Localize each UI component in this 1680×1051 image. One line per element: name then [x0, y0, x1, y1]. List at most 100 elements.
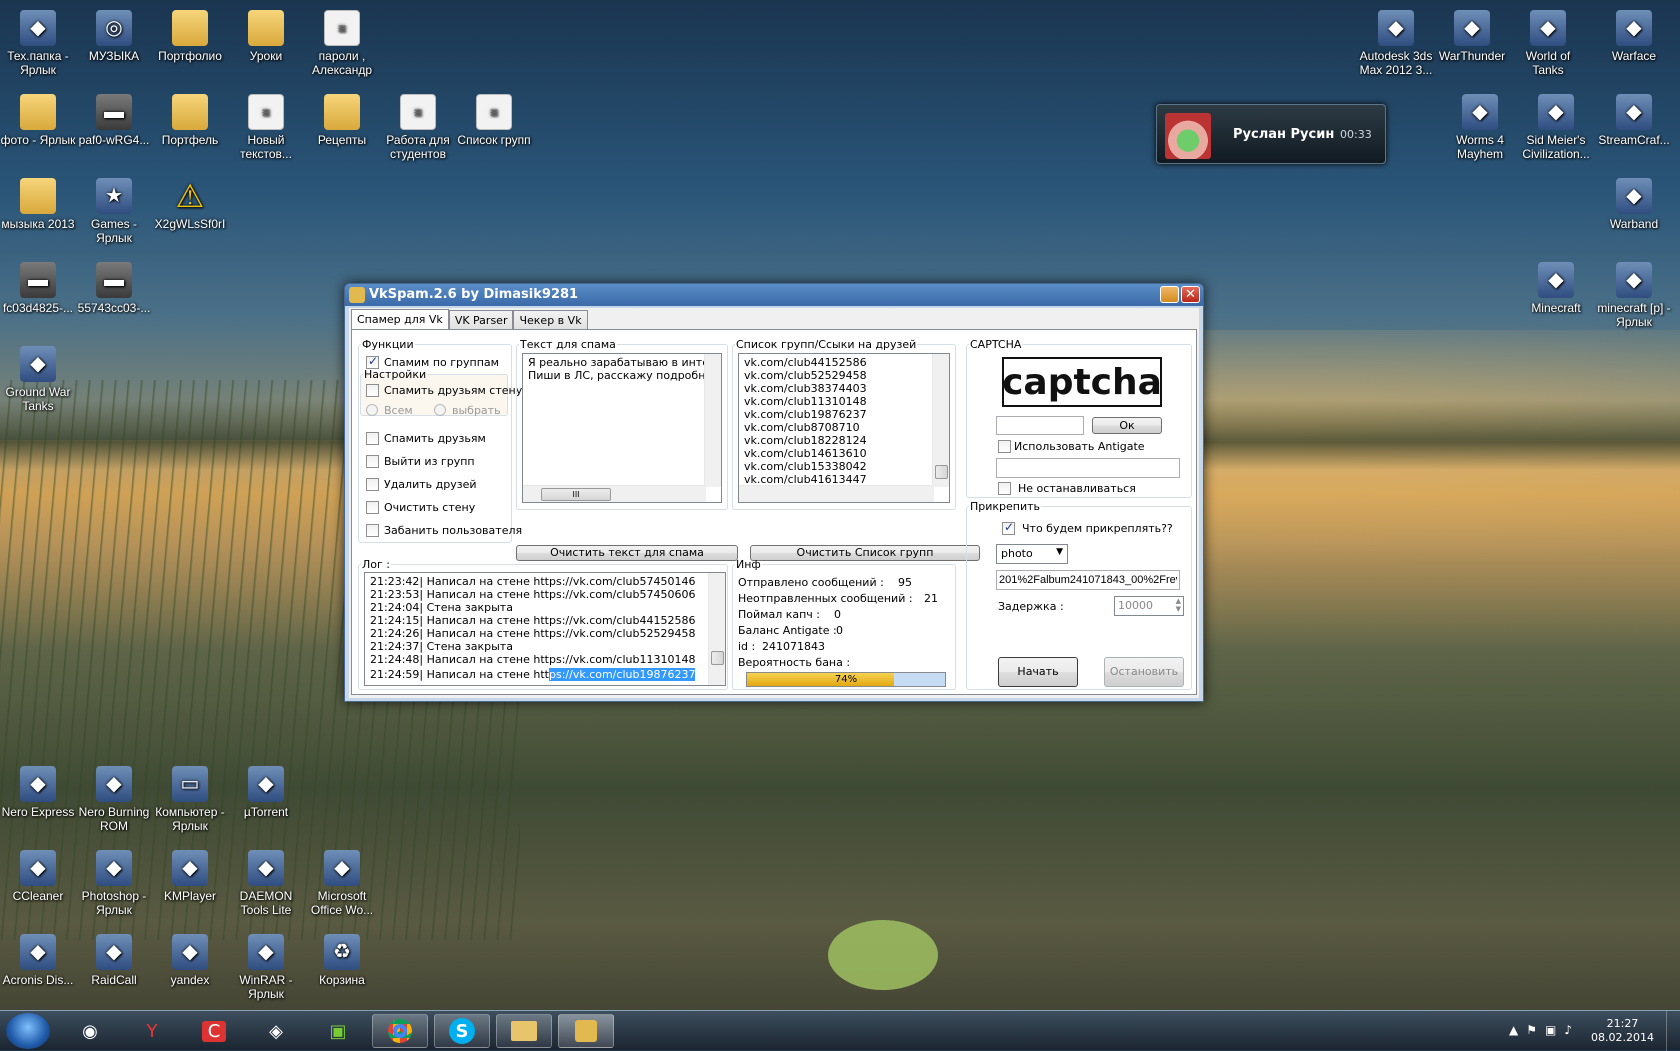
- spam-friends-wall-checkbox[interactable]: [366, 384, 379, 397]
- spam-text-area[interactable]: Я реально зарабатываю в интерне Пиши в Л…: [522, 353, 722, 503]
- desktop-icon[interactable]: мызыка 2013: [0, 178, 76, 231]
- yandex-taskbar-icon[interactable]: Y: [124, 1014, 180, 1048]
- desktop-icon[interactable]: ◆ CCleaner: [0, 850, 76, 903]
- group-list-item[interactable]: vk.com/club18228124: [744, 434, 944, 447]
- scroll-thumb[interactable]: [711, 651, 724, 665]
- desktop-icon[interactable]: ★ Games - Ярлык: [76, 178, 152, 245]
- desktop-icon[interactable]: ◆ minecraft [p] - Ярлык: [1596, 262, 1672, 329]
- desktop-icon[interactable]: ◆ yandex: [152, 934, 228, 987]
- desktop-icon[interactable]: ◆ Ground War Tanks: [0, 346, 76, 413]
- desktop-icon[interactable]: ◆ Тех.папка - Ярлык: [0, 10, 76, 77]
- ban-user-checkbox[interactable]: [366, 524, 379, 537]
- desktop-icon[interactable]: ≡ Список групп: [456, 94, 532, 147]
- desktop-icon[interactable]: ◆ World of Tanks: [1510, 10, 1586, 77]
- spam-text-hscroll[interactable]: III: [523, 485, 706, 502]
- desktop-icon[interactable]: ◆ Acronis Dis...: [0, 934, 76, 987]
- desktop-icon[interactable]: ▬ fc03d4825-...: [0, 262, 76, 315]
- scroll-thumb[interactable]: III: [541, 488, 611, 501]
- desktop-icon[interactable]: ♻ Корзина: [304, 934, 380, 987]
- desktop-icon[interactable]: ▬ paf0-wRG4...: [76, 94, 152, 147]
- clear-wall-checkbox[interactable]: [366, 501, 379, 514]
- vkspam-taskbar-icon[interactable]: [558, 1014, 614, 1048]
- use-antigate-checkbox[interactable]: [998, 440, 1011, 453]
- system-tray[interactable]: ▲⚑▣♪: [1509, 1023, 1580, 1037]
- log-area[interactable]: 21:23:42| Написал на стене https://vk.co…: [364, 572, 726, 686]
- captcha-input[interactable]: [996, 416, 1084, 435]
- desktop-icon[interactable]: ≡ Новый текстов...: [228, 94, 304, 161]
- desktop-icon[interactable]: ◆ Microsoft Office Wo...: [304, 850, 380, 917]
- what-attach-checkbox[interactable]: [1002, 520, 1015, 535]
- desktop-icon[interactable]: ◆ Nero Burning ROM: [76, 766, 152, 833]
- desktop-icon[interactable]: ◆ Warband: [1596, 178, 1672, 231]
- group-list-item[interactable]: vk.com/club15338042: [744, 460, 944, 473]
- minimize-button[interactable]: [1160, 286, 1179, 303]
- desktop-icon[interactable]: ◆ DAEMON Tools Lite: [228, 850, 304, 917]
- log-vscroll[interactable]: [708, 573, 725, 685]
- group-list-item[interactable]: vk.com/club38374403: [744, 382, 944, 395]
- media-taskbar-icon[interactable]: ◈: [248, 1014, 304, 1048]
- desktop-icon[interactable]: ◆ Minecraft: [1518, 262, 1594, 315]
- desktop-icon[interactable]: ◆ Warface: [1596, 10, 1672, 63]
- radio-all[interactable]: [366, 404, 378, 416]
- desktop-icon[interactable]: Уроки: [228, 10, 304, 63]
- groups-list[interactable]: vk.com/club44152586 vk.com/club52529458 vk…: [738, 353, 950, 503]
- clock[interactable]: 21:27 08.02.2014: [1591, 1017, 1654, 1045]
- desktop-icon[interactable]: ◆ RaidCall: [76, 934, 152, 987]
- chevron-up-icon[interactable]: ▲: [1509, 1023, 1526, 1037]
- group-list-item[interactable]: vk.com/club14613610: [744, 447, 944, 460]
- skype-notification[interactable]: Руслан Русин 00:33: [1156, 104, 1386, 164]
- desktop-icon[interactable]: ◎ МУЗЫКА: [76, 10, 152, 63]
- desktop-icon[interactable]: ◆ WarThunder: [1434, 10, 1510, 63]
- tab-checker[interactable]: Чекер в Vk: [513, 310, 588, 330]
- desktop-icon[interactable]: Портфолио: [152, 10, 228, 63]
- scroll-thumb[interactable]: [935, 465, 948, 479]
- network-icon[interactable]: ▣: [1545, 1023, 1564, 1037]
- delay-stepper[interactable]: 10000 ▲ ▼: [1114, 596, 1184, 616]
- desktop-icon[interactable]: ◆ Sid Meier's Civilization...: [1518, 94, 1594, 161]
- desktop-icon[interactable]: Портфель: [152, 94, 228, 147]
- close-button[interactable]: ✕: [1181, 286, 1200, 303]
- group-list-item[interactable]: vk.com/club11310148: [744, 395, 944, 408]
- desktop-icon[interactable]: ◆ KMPlayer: [152, 850, 228, 903]
- stepper-arrows-icon[interactable]: ▲ ▼: [1176, 597, 1181, 613]
- radio-choose[interactable]: [434, 404, 446, 416]
- app-taskbar-icon[interactable]: C: [186, 1014, 242, 1048]
- dont-stop-checkbox[interactable]: [998, 482, 1011, 495]
- stop-button[interactable]: Остановить: [1104, 657, 1184, 687]
- group-list-item[interactable]: vk.com/club52529458: [744, 369, 944, 382]
- delete-friends-checkbox[interactable]: [366, 478, 379, 491]
- tab-spammer[interactable]: Спамер для Vk: [351, 309, 449, 330]
- volume-icon[interactable]: ♪: [1564, 1023, 1580, 1037]
- desktop-icon[interactable]: ◆ µTorrent: [228, 766, 304, 819]
- group-list-item[interactable]: vk.com/club19876237: [744, 408, 944, 421]
- show-desktop-button[interactable]: [1666, 1011, 1680, 1051]
- desktop-icon[interactable]: ≡ Работа для студентов: [380, 94, 456, 161]
- attach-link-input[interactable]: [996, 570, 1180, 590]
- spam-text-vscroll[interactable]: [704, 354, 721, 487]
- desktop-icon[interactable]: Рецепты: [304, 94, 380, 147]
- start-button[interactable]: Начать: [998, 657, 1078, 687]
- groups-vscroll[interactable]: [932, 354, 949, 487]
- explorer-taskbar-icon[interactable]: [496, 1014, 552, 1048]
- attach-type-select[interactable]: photo ▼: [996, 544, 1068, 564]
- browser-taskbar-icon[interactable]: ◉: [62, 1014, 118, 1048]
- tab-vk-parser[interactable]: VK Parser: [448, 310, 514, 330]
- spam-friends-checkbox[interactable]: [366, 432, 379, 445]
- group-list-item[interactable]: vk.com/club8708710: [744, 421, 944, 434]
- skype-taskbar-icon[interactable]: S: [434, 1014, 490, 1048]
- desktop-icon[interactable]: фото - Ярлык: [0, 94, 76, 147]
- desktop-icon[interactable]: ▭ Компьютер - Ярлык: [152, 766, 228, 833]
- flag-icon[interactable]: ⚑: [1526, 1023, 1545, 1037]
- desktop-icon[interactable]: ◆ Worms 4 Mayhem: [1442, 94, 1518, 161]
- desktop-icon[interactable]: ◆ StreamCraf...: [1596, 94, 1672, 147]
- desktop-icon[interactable]: ◆ Photoshop - Ярлык: [76, 850, 152, 917]
- window-titlebar[interactable]: VkSpam.2.6 by Dimasik9281 ✕: [345, 284, 1203, 306]
- desktop-icon[interactable]: ≡ пароли , Александр: [304, 10, 380, 77]
- antigate-key-input[interactable]: [996, 458, 1180, 478]
- start-button[interactable]: [6, 1013, 50, 1049]
- desktop-icon[interactable]: ◆ Nero Express: [0, 766, 76, 819]
- leave-groups-checkbox[interactable]: [366, 455, 379, 468]
- nvidia-taskbar-icon[interactable]: ▣: [310, 1014, 366, 1048]
- desktop-icon[interactable]: ◆ Autodesk 3ds Max 2012 3...: [1358, 10, 1434, 77]
- desktop-icon[interactable]: ⚠ X2gWLsSf0rI: [152, 178, 228, 231]
